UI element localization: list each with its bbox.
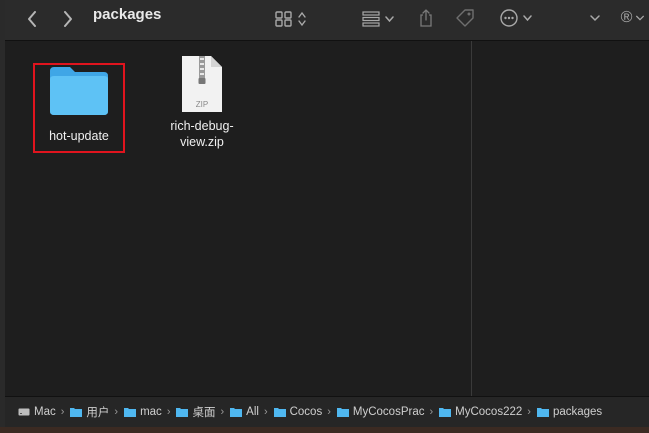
path-item-label: MyCocosPrac [352, 406, 425, 418]
path-item-packages[interactable]: packages [536, 406, 603, 418]
path-separator-icon: › [263, 406, 268, 418]
path-bar: Mac › 用户 › mac › 桌面 › All › Cocos › MyCo… [5, 396, 649, 427]
folder-icon [50, 67, 108, 115]
path-item-mycocos222[interactable]: MyCocos222 [439, 406, 522, 418]
path-item-desktop[interactable]: 桌面 [176, 404, 215, 420]
folder-icon [176, 408, 189, 417]
path-item-home[interactable]: mac [124, 406, 162, 418]
zip-file-name-line2: view.zip [180, 135, 224, 149]
path-separator-icon: › [60, 406, 65, 418]
back-icon[interactable] [23, 9, 41, 29]
toolbar: packages ® [5, 0, 649, 41]
path-separator-icon: › [327, 406, 331, 418]
forward-icon[interactable] [59, 9, 77, 29]
path-item-cocos[interactable]: Cocos [273, 406, 323, 418]
folder-icon [336, 408, 349, 417]
path-separator-icon: › [429, 406, 434, 418]
path-item-label: MyCocos222 [455, 406, 523, 418]
path-separator-icon: › [114, 406, 119, 418]
share-icon[interactable] [416, 6, 436, 30]
path-item-label: Mac [34, 406, 56, 418]
path-item-all[interactable]: All [230, 406, 259, 418]
path-item-label: 桌面 [192, 407, 216, 419]
folder-icon [230, 408, 243, 417]
zip-file-name-line1: rich-debug- [170, 119, 234, 133]
folder-icon [124, 408, 137, 417]
desktop-background-strip [0, 427, 649, 433]
path-item-users[interactable]: 用户 [70, 404, 109, 420]
path-item-label: All [246, 406, 259, 418]
folder-item[interactable]: hot-update [33, 61, 125, 144]
finder-window: packages ® hot-update ZIP rich-debug- vi… [0, 0, 649, 427]
folder-icon [536, 408, 549, 417]
more-actions-icon[interactable] [497, 7, 537, 29]
path-separator-icon: › [220, 406, 225, 418]
path-item-mycocosprac[interactable]: MyCocosPrac [336, 406, 425, 418]
folder-icon [273, 408, 286, 417]
column-divider [471, 41, 472, 396]
path-item-label: packages [552, 406, 603, 418]
extension-menu[interactable]: ® [618, 5, 648, 31]
tag-icon[interactable] [453, 6, 477, 30]
extension-label: ® [620, 9, 633, 26]
path-separator-icon: › [527, 406, 531, 418]
window-title: packages [93, 6, 162, 23]
path-item-label: 用户 [86, 407, 110, 419]
path-item-label: Cocos [289, 406, 323, 418]
folder-icon [70, 408, 83, 417]
path-separator-icon: › [166, 406, 171, 418]
view-mode-icon[interactable] [273, 8, 313, 30]
zip-file-item[interactable]: ZIP rich-debug- view.zip [157, 51, 247, 150]
folder-name: hot-update [49, 129, 109, 143]
file-grid: hot-update ZIP rich-debug- view.zip [5, 41, 649, 396]
zip-badge: ZIP [195, 100, 209, 109]
path-item-mac[interactable]: Mac [18, 406, 56, 418]
folder-icon [439, 408, 452, 417]
chevron-down-icon[interactable] [587, 9, 603, 27]
path-item-label: mac [140, 406, 162, 418]
disk-icon [18, 408, 30, 416]
group-by-icon[interactable] [359, 8, 399, 30]
